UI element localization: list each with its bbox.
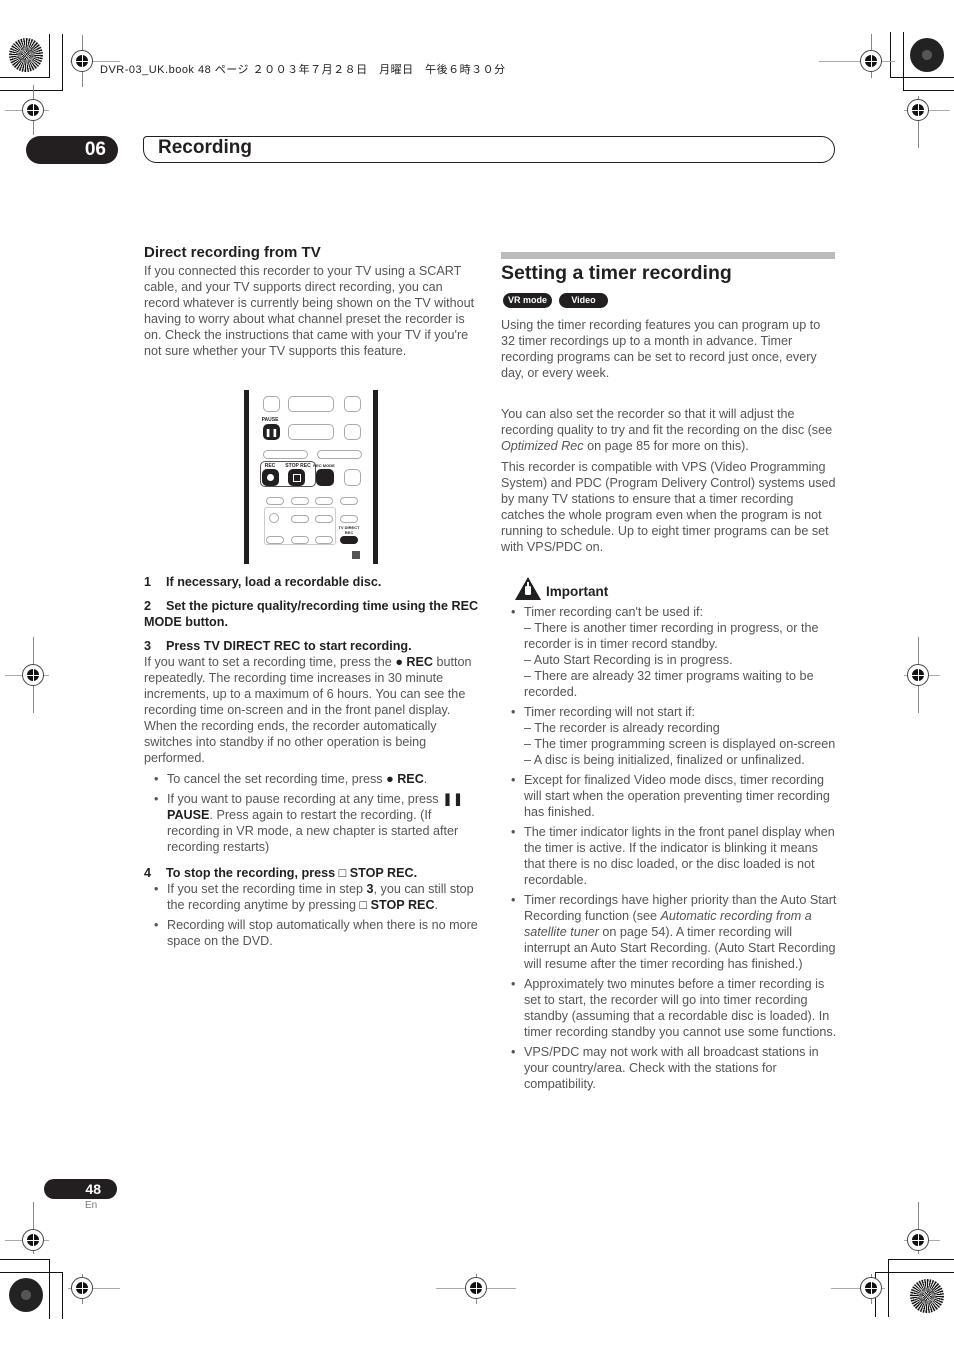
paragraph: This recorder is compatible with VPS (Vi…: [501, 460, 836, 554]
crop-mark: [890, 77, 954, 78]
warning-hand-icon: [515, 577, 541, 600]
tv-direct-rec-button-icon: [340, 536, 358, 544]
chapter-title: Recording: [158, 137, 252, 158]
remote-label-rec-mode: REC MODE: [313, 463, 335, 468]
list-item: The timer indicator lights in the front …: [501, 824, 837, 888]
step-1: 1 If necessary, load a recordable disc.: [144, 575, 382, 589]
page-number: 48: [44, 1179, 117, 1199]
crop-mark: [903, 32, 904, 90]
stop-rec-button-icon: [288, 469, 305, 486]
important-title: Important: [546, 584, 609, 599]
paragraph: You can also set the recorder so that it…: [501, 407, 833, 453]
left-column-steps: 1 If necessary, load a recordable disc. 2…: [144, 574, 480, 954]
registration-burst-icon: [910, 38, 944, 72]
crop-mark: [903, 90, 954, 91]
list-item: If you want to pause recording at any ti…: [144, 791, 480, 855]
remote-logo-icon: [352, 551, 360, 559]
crop-mark: [0, 77, 50, 78]
section-heading: Setting a timer recording: [501, 262, 732, 284]
list-item: To cancel the set recording time, press …: [144, 771, 480, 787]
step-3: 3 Press TV DIRECT REC to start recording.: [144, 639, 412, 653]
crop-mark: [890, 32, 891, 78]
crop-mark: [62, 1272, 63, 1319]
crop-mark: [0, 1259, 50, 1260]
pause-button-icon: ❚❚: [263, 424, 280, 440]
section-divider: [501, 252, 835, 259]
rec-mode-button-icon: [316, 469, 334, 486]
section-heading: Direct recording from TV: [144, 244, 321, 261]
list-item: Timer recordings have higher priority th…: [501, 892, 837, 972]
right-column-body: Using the timer recording features you c…: [501, 317, 837, 560]
registration-burst-icon: [9, 38, 43, 72]
step-4: 4 To stop the recording, press □ STOP REC…: [144, 866, 418, 880]
intro-paragraph: If you connected this recorder to your T…: [144, 264, 475, 358]
crop-mark: [888, 1259, 889, 1317]
list-item: Timer recording will not start if:– The …: [501, 704, 837, 768]
crop-mark: [0, 90, 62, 91]
page-language: En: [85, 1200, 98, 1211]
list-item: If you set the recording time in step 3,…: [144, 881, 480, 913]
important-list: Timer recording can't be used if:– There…: [501, 604, 837, 1097]
vr-mode-badge: VR mode: [503, 293, 552, 308]
crop-mark: [49, 1259, 50, 1319]
registration-burst-icon: [910, 1279, 944, 1313]
list-item: VPS/PDC may not work with all broadcast …: [501, 1044, 837, 1092]
rec-button-icon: [262, 469, 279, 486]
list-item: Except for finalized Video mode discs, t…: [501, 772, 837, 820]
list-item: Approximately two minutes before a timer…: [501, 976, 837, 1040]
step-2: 2 Set the picture quality/recording time …: [144, 599, 479, 629]
crop-mark: [49, 34, 50, 78]
chapter-number: 06: [26, 136, 118, 164]
paragraph: Using the timer recording features you c…: [501, 318, 821, 380]
print-header: DVR-03_UK.book 48 ページ ２００３年７月２８日 月曜日 午後６…: [100, 64, 506, 76]
crop-mark: [0, 1272, 62, 1273]
remote-label-tv-direct-rec: TV DIRECT REC: [338, 525, 360, 535]
registration-burst-icon: [9, 1278, 43, 1312]
list-item: Timer recording can't be used if:– There…: [501, 604, 837, 700]
left-column-intro: Direct recording from TV If you connecte…: [144, 245, 480, 364]
step-4-bullets: If you set the recording time in step 3,…: [144, 881, 480, 949]
step-3-bullets: To cancel the set recording time, press …: [144, 771, 480, 855]
crop-mark: [62, 34, 63, 91]
crop-mark: [888, 1259, 954, 1260]
remote-control-illustration: PAUSE ❚❚ REC STOP REC REC MODE TV DIRECT…: [244, 390, 378, 564]
video-mode-badge: Video mode: [559, 293, 608, 320]
step-3-body: If you want to set a recording time, pre…: [144, 655, 472, 765]
remote-label-pause: PAUSE: [261, 417, 279, 423]
list-item: Recording will stop automatically when t…: [144, 917, 480, 949]
crop-mark: [875, 1272, 954, 1273]
